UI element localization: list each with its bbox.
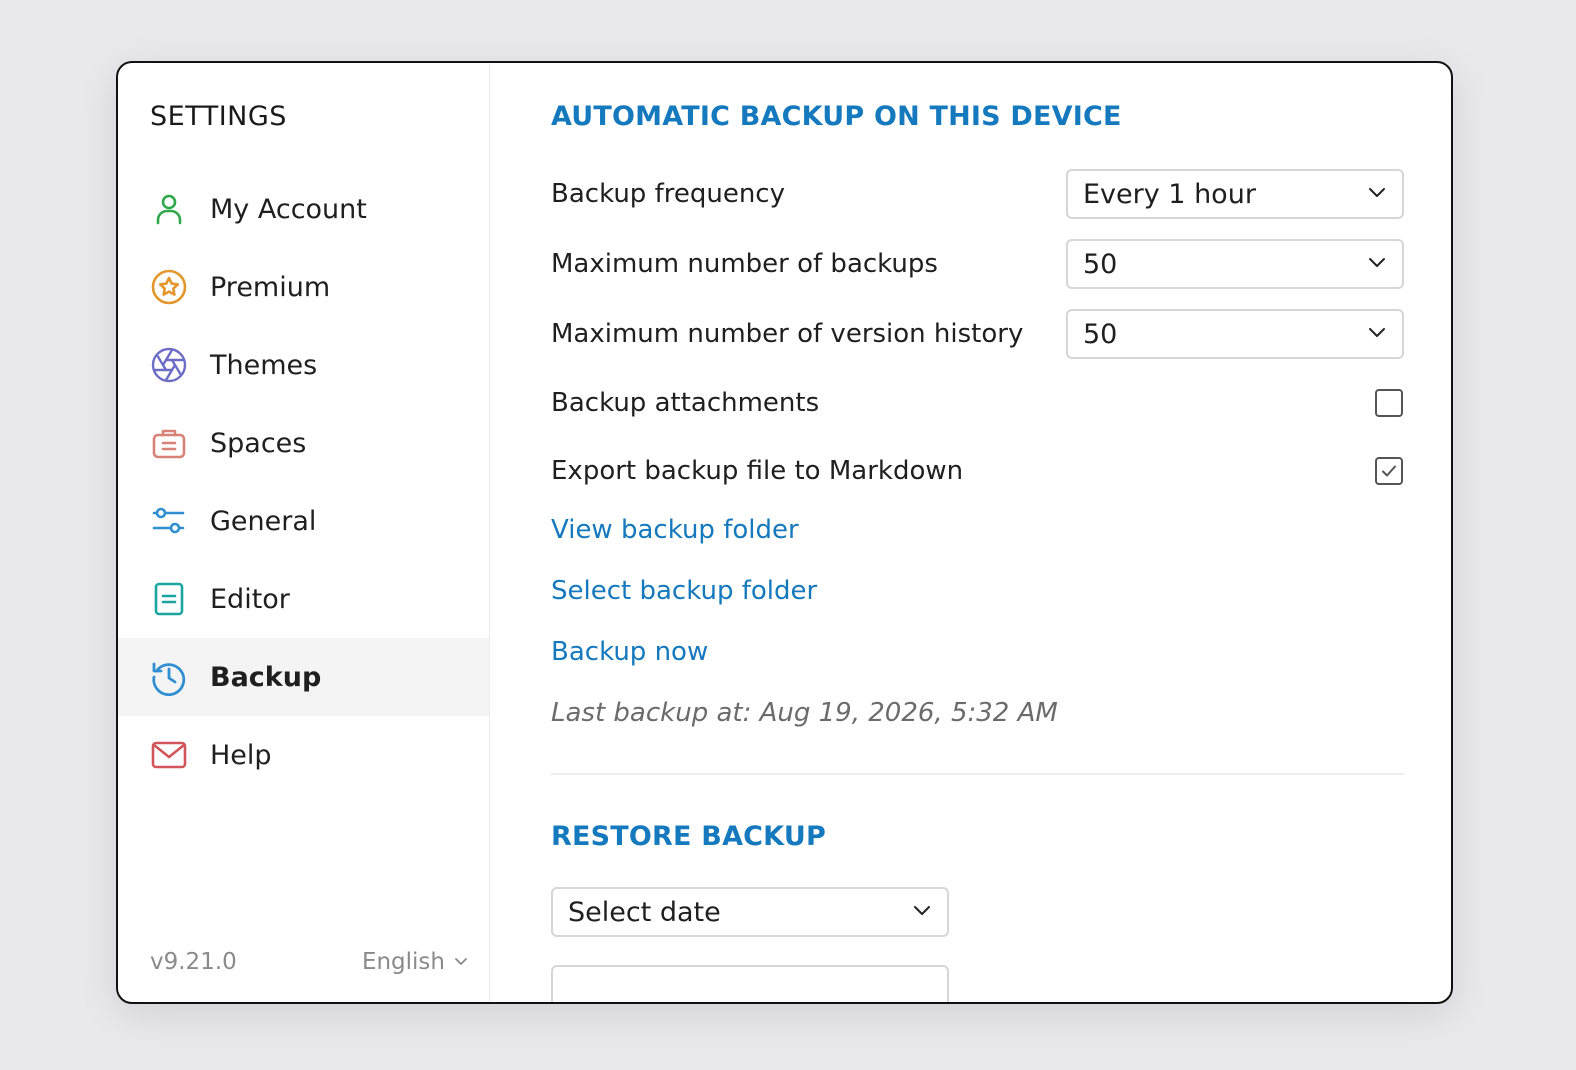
attachments-row: Backup attachments	[551, 383, 1404, 423]
sidebar-item-premium[interactable]: Premium	[118, 248, 489, 326]
sidebar-item-label: Backup	[210, 661, 322, 693]
max-backups-row: Maximum number of backups 50	[551, 239, 1404, 289]
sidebar-footer: v9.21.0 English	[150, 949, 469, 975]
backup-frequency-row: Backup frequency Every 1 hour	[551, 169, 1404, 219]
backup-section-title: AUTOMATIC BACKUP ON THIS DEVICE	[551, 101, 1122, 132]
sidebar-item-label: Premium	[210, 271, 331, 303]
aperture-icon	[150, 346, 188, 384]
restore-section-title: RESTORE BACKUP	[551, 821, 826, 852]
sidebar-item-general[interactable]: General	[118, 482, 489, 560]
select-backup-folder-link[interactable]: Select backup folder	[551, 576, 1404, 606]
restore-date-select[interactable]: Select date	[551, 887, 949, 937]
sidebar-item-label: My Account	[210, 193, 367, 225]
version-label: v9.21.0	[150, 949, 237, 975]
view-backup-folder-link[interactable]: View backup folder	[551, 515, 1404, 545]
mail-icon	[150, 736, 188, 774]
sidebar-title: SETTINGS	[150, 101, 287, 132]
markdown-label: Export backup file to Markdown	[551, 456, 964, 486]
sliders-icon	[150, 502, 188, 540]
sidebar-item-editor[interactable]: Editor	[118, 560, 489, 638]
sidebar-item-help[interactable]: Help	[118, 716, 489, 794]
backup-frequency-value: Every 1 hour	[1083, 178, 1256, 210]
user-icon	[150, 190, 188, 228]
sidebar-item-backup[interactable]: Backup	[118, 638, 489, 716]
main-panel: AUTOMATIC BACKUP ON THIS DEVICE Backup f…	[490, 63, 1451, 1002]
sidebar: SETTINGS My Account Premium Themes Space…	[118, 63, 490, 1002]
backup-content: AUTOMATIC BACKUP ON THIS DEVICE Backup f…	[551, 101, 1404, 1002]
max-history-label: Maximum number of version history	[551, 319, 1024, 349]
language-select[interactable]: English	[362, 949, 469, 975]
language-label: English	[361, 949, 445, 975]
backup-frequency-select[interactable]: Every 1 hour	[1066, 169, 1404, 219]
sidebar-item-spaces[interactable]: Spaces	[118, 404, 489, 482]
restore-date-value: Select date	[568, 896, 721, 928]
chevron-down-icon	[1366, 249, 1388, 280]
sidebar-item-label: General	[210, 505, 317, 537]
history-icon	[150, 658, 188, 696]
attachments-label: Backup attachments	[551, 388, 820, 418]
max-backups-label: Maximum number of backups	[551, 249, 938, 279]
last-backup-text: Last backup at: Aug 19, 2026, 5:32 AM	[551, 698, 1058, 728]
checkmark-icon	[1382, 465, 1396, 477]
max-history-row: Maximum number of version history 50	[551, 309, 1404, 359]
chevron-down-icon	[1366, 319, 1388, 350]
markdown-checkbox[interactable]	[1375, 457, 1403, 485]
sidebar-item-label: Spaces	[210, 427, 307, 459]
document-icon	[150, 580, 188, 618]
briefcase-icon	[150, 424, 188, 462]
markdown-row: Export backup file to Markdown	[551, 451, 1404, 491]
backup-frequency-label: Backup frequency	[551, 179, 785, 209]
chevron-down-icon	[1366, 179, 1388, 210]
chevron-down-icon	[453, 949, 469, 975]
star-icon	[150, 268, 188, 306]
settings-window: SETTINGS My Account Premium Themes Space…	[116, 61, 1453, 1004]
sidebar-item-my-account[interactable]: My Account	[118, 170, 489, 248]
chevron-down-icon	[911, 897, 933, 928]
restore-second-select[interactable]	[551, 965, 949, 1002]
sidebar-item-label: Help	[210, 739, 272, 771]
sidebar-item-label: Themes	[210, 349, 318, 381]
max-backups-select[interactable]: 50	[1066, 239, 1404, 289]
sidebar-item-label: Editor	[210, 583, 290, 615]
max-history-value: 50	[1083, 318, 1118, 350]
section-divider	[551, 773, 1404, 775]
sidebar-item-themes[interactable]: Themes	[118, 326, 489, 404]
sidebar-nav: My Account Premium Themes Spaces General…	[118, 170, 489, 794]
max-backups-value: 50	[1083, 248, 1118, 280]
max-history-select[interactable]: 50	[1066, 309, 1404, 359]
attachments-checkbox[interactable]	[1375, 389, 1403, 417]
backup-now-link[interactable]: Backup now	[551, 637, 1404, 667]
